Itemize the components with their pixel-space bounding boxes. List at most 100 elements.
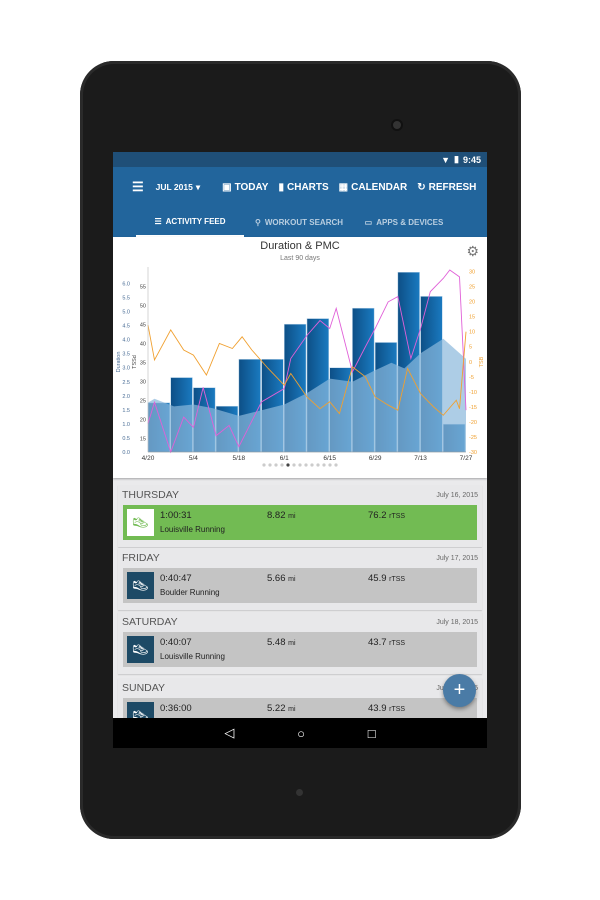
duration-tick-label: 3.0	[122, 366, 130, 372]
workout-duration: 1:00:31	[160, 510, 192, 521]
workout-tss: 43.9 rTSS	[368, 703, 405, 714]
workout-distance: 5.66 mi	[267, 573, 296, 584]
day-date: July 18, 2015	[436, 618, 478, 626]
running-shoe-icon: 👟︎	[127, 572, 154, 599]
month-selector[interactable]: JUL 2015 ▾	[156, 182, 200, 193]
tab-bar: ☰ ACTIVITY FEED ⚲ WORKOUT SEARCH ▭ APPS & D…	[113, 207, 487, 237]
tssd-axis-label: TSSd	[132, 355, 138, 369]
sensor	[296, 789, 303, 796]
menu-icon[interactable]: ☰	[132, 179, 144, 195]
workout-row[interactable]: 👟︎ 0:40:47 Boulder Running 5.66 mi 45.9 …	[123, 568, 477, 603]
pmc-chart[interactable]: 4/20 5/4 5/18 6/1 6/15 6/29 7/13 7/27 0.0 0.5 1.0 1…	[113, 237, 487, 478]
workout-duration: 0:36:00	[160, 703, 192, 714]
page-dot	[328, 463, 332, 467]
page-dot	[286, 463, 290, 467]
page-dot	[292, 463, 296, 467]
bar-chart-icon: ▮	[278, 181, 284, 193]
status-bar: ▼ ▮ 9:45	[113, 152, 487, 167]
distance-value: 5.48	[267, 637, 286, 648]
day-name: FRIDAY	[122, 552, 160, 564]
tss-value: 76.2	[368, 510, 387, 521]
workout-tss: 76.2 rTSS	[368, 510, 405, 521]
distance-value: 8.82	[267, 510, 286, 521]
x-tick-label: 6/29	[369, 455, 382, 462]
refresh-label: REFRESH	[428, 181, 477, 193]
tss-value: 45.9	[368, 573, 387, 584]
today-icon: ▣	[222, 181, 232, 193]
tab-label: WORKOUT SEARCH	[264, 217, 344, 227]
duration-tick-label: 1.0	[122, 422, 130, 428]
workout-row[interactable]: 👟︎ 1:00:31 Louisville Running 8.82 mi 76…	[123, 505, 477, 540]
camera	[391, 119, 403, 131]
workout-distance: 8.82 mi	[267, 510, 296, 521]
tab-apps-devices[interactable]: ▭ APPS & DEVICES	[354, 207, 454, 237]
devices-icon: ▭	[364, 217, 373, 227]
page-dot	[304, 463, 308, 467]
day-card: SATURDAY July 18, 2015 👟︎ 0:40:07 Louisvi…	[118, 612, 482, 674]
chart-card: Duration & PMC Last 90 days ⚙ 4/20 5/4 5/1…	[113, 237, 487, 478]
workout-tss: 43.7 rTSS	[368, 637, 405, 648]
page-dot	[280, 463, 284, 467]
tssd-tick-label: 40	[140, 342, 146, 348]
recents-icon[interactable]: □	[368, 726, 376, 741]
battery-icon: ▮	[454, 154, 459, 164]
x-tick-label: 6/15	[323, 455, 336, 462]
day-name: SATURDAY	[122, 616, 178, 628]
workout-row[interactable]: 👟︎ 0:40:07 Louisville Running 5.48 mi 43…	[123, 632, 477, 667]
tsb-tick-label: -30	[469, 450, 477, 456]
tssd-tick-label: 45	[140, 323, 146, 329]
clock: 9:45	[462, 154, 481, 165]
distance-value: 5.22	[267, 703, 286, 714]
today-button[interactable]: ▣ TODAY	[222, 182, 268, 193]
tssd-tick-label: 15	[140, 437, 146, 443]
distance-unit: mi	[288, 513, 296, 520]
tssd-tick-label: 55	[140, 285, 146, 291]
tsb-tick-label: 30	[469, 270, 475, 276]
tsb-axis-label: TSB	[479, 356, 485, 367]
workout-duration: 0:40:07	[160, 637, 192, 648]
workout-duration: 0:40:47	[160, 573, 192, 584]
duration-tick-label: 0.5	[122, 436, 130, 442]
tsb-tick-label: -10	[469, 390, 477, 396]
duration-tick-label: 2.5	[122, 380, 130, 386]
list-icon: ☰	[154, 216, 162, 226]
tsb-tick-label: 5	[469, 345, 472, 351]
x-tick-label: 6/1	[280, 455, 289, 462]
tss-value: 43.9	[368, 703, 387, 714]
tssd-tick-label: 35	[140, 361, 146, 367]
caret-down-icon: ▾	[195, 181, 201, 192]
x-tick-label: 5/18	[233, 455, 246, 462]
tab-activity-feed[interactable]: ☰ ACTIVITY FEED	[136, 207, 244, 237]
tssd-tick-label: 25	[140, 399, 146, 405]
x-tick-label: 7/27	[460, 455, 473, 462]
workout-distance: 5.48 mi	[267, 637, 296, 648]
distance-unit: mi	[288, 706, 296, 713]
calendar-label: CALENDAR	[351, 181, 408, 193]
home-icon[interactable]: ○	[297, 726, 305, 741]
day-header: SATURDAY July 18, 2015	[118, 612, 482, 632]
duration-tick-label: 5.5	[122, 296, 130, 302]
tsb-tick-label: 15	[469, 315, 475, 321]
calendar-button[interactable]: ▦ CALENDAR	[339, 182, 408, 193]
duration-tick-label: 2.0	[122, 394, 130, 400]
refresh-button[interactable]: ↻ REFRESH	[417, 182, 476, 193]
calendar-icon: ▦	[338, 181, 349, 193]
app-bar: ☰ JUL 2015 ▾ ▣ TODAY ▮ CHARTS ▦ CALENDAR ↻ RE…	[113, 167, 487, 207]
duration-tick-label: 5.0	[122, 310, 130, 316]
charts-button[interactable]: ▮ CHARTS	[278, 182, 328, 193]
distance-unit: mi	[288, 576, 296, 583]
duration-tick-label: 3.5	[122, 352, 130, 358]
day-date: July 16, 2015	[436, 491, 478, 499]
month-label: JUL 2015	[155, 182, 193, 192]
add-button[interactable]: +	[443, 674, 476, 707]
workout-name: Louisville Running	[160, 525, 225, 534]
page-dot	[316, 463, 320, 467]
wifi-icon: ▼	[441, 154, 451, 165]
tssd-tick-label: 20	[140, 418, 146, 424]
page-dot	[274, 463, 278, 467]
distance-unit: mi	[288, 640, 296, 647]
tss-value: 43.7	[368, 637, 387, 648]
back-icon[interactable]: ◁	[224, 725, 234, 741]
tsb-tick-label: -5	[469, 375, 474, 381]
tab-workout-search[interactable]: ⚲ WORKOUT SEARCH	[244, 207, 354, 237]
